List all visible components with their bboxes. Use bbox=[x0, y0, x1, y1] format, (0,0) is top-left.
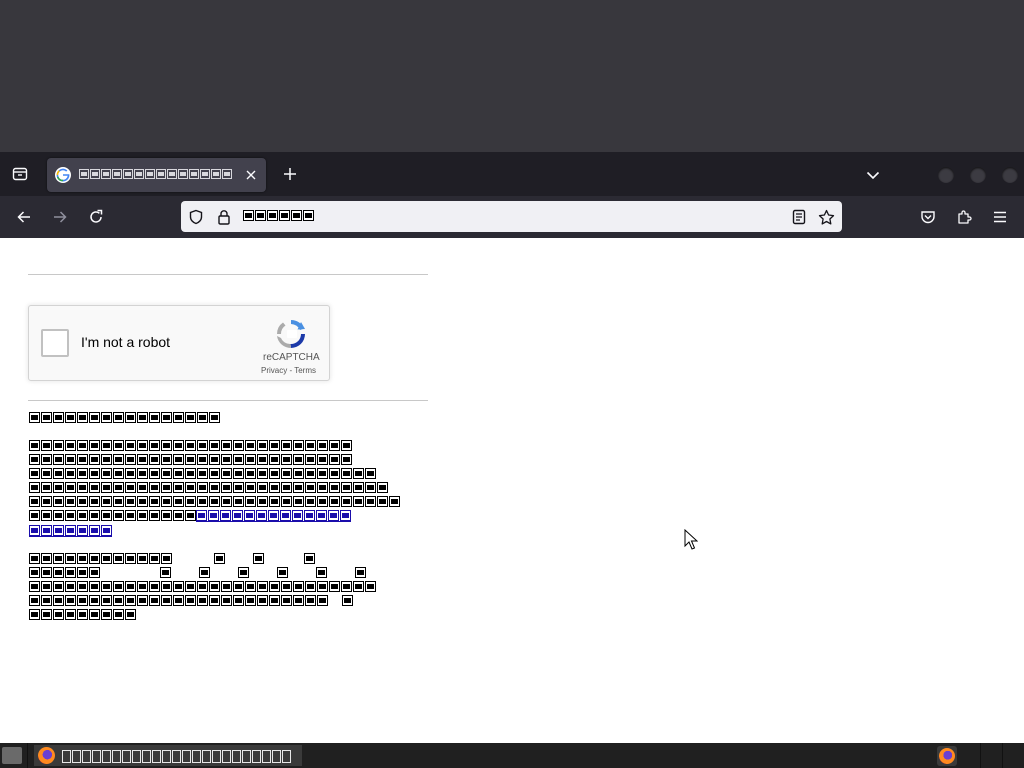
reload-icon bbox=[90, 209, 103, 223]
reader-view-icon bbox=[792, 209, 806, 225]
window-minimize-button[interactable] bbox=[938, 167, 954, 183]
taskbar-separator bbox=[980, 743, 981, 768]
star-icon bbox=[818, 209, 834, 225]
window-maximize-button[interactable] bbox=[970, 167, 986, 183]
recaptcha-checkbox[interactable] bbox=[41, 329, 69, 357]
tab-close-button[interactable] bbox=[243, 167, 259, 183]
google-g-icon bbox=[55, 167, 71, 183]
unrenderable-glyphs bbox=[29, 509, 351, 522]
arrow-right-icon bbox=[54, 211, 67, 223]
unrenderable-glyphs bbox=[29, 608, 136, 620]
back-button[interactable] bbox=[13, 206, 35, 228]
unrenderable-glyphs bbox=[29, 524, 112, 537]
pocket-button[interactable] bbox=[917, 206, 939, 228]
tray-firefox[interactable] bbox=[937, 746, 957, 766]
taskbar bbox=[0, 743, 1024, 768]
bookmark-button[interactable] bbox=[817, 208, 835, 226]
close-icon bbox=[246, 170, 256, 180]
site-security-button[interactable] bbox=[215, 208, 233, 226]
unrenderable-glyphs bbox=[29, 439, 352, 451]
unrenderable-glyphs bbox=[29, 580, 376, 592]
reader-view-button[interactable] bbox=[790, 208, 808, 226]
recaptcha-logo-icon bbox=[277, 319, 305, 349]
shield-icon bbox=[189, 209, 203, 225]
unrenderable-glyphs bbox=[29, 453, 352, 465]
arrow-left-icon bbox=[17, 211, 30, 223]
divider bbox=[28, 274, 428, 275]
navigation-toolbar bbox=[0, 196, 1024, 238]
hamburger-icon bbox=[994, 211, 1006, 223]
lock-icon bbox=[218, 210, 230, 225]
unrenderable-glyphs bbox=[29, 566, 366, 578]
divider bbox=[28, 400, 428, 401]
desktop-background bbox=[0, 0, 1024, 152]
tab-strip bbox=[0, 152, 1024, 196]
firefox-icon bbox=[38, 747, 55, 764]
tracking-protection-button[interactable] bbox=[187, 208, 205, 226]
inline-link[interactable] bbox=[29, 524, 112, 537]
address-bar[interactable] bbox=[181, 201, 842, 232]
file-manager-launcher[interactable] bbox=[2, 747, 22, 764]
recaptcha-brand: reCAPTCHA bbox=[263, 352, 320, 363]
unrenderable-glyphs bbox=[62, 749, 291, 763]
extensions-button[interactable] bbox=[953, 206, 975, 228]
inline-link[interactable] bbox=[196, 509, 351, 522]
puzzle-icon bbox=[958, 210, 972, 224]
unrenderable-glyphs bbox=[29, 411, 220, 423]
recaptcha-terms-link[interactable]: Terms bbox=[294, 366, 316, 375]
forward-button[interactable] bbox=[49, 206, 71, 228]
firefox-view-icon bbox=[12, 167, 28, 181]
recaptcha-privacy-link[interactable]: Privacy bbox=[261, 366, 287, 375]
plus-icon bbox=[284, 168, 296, 180]
unrenderable-glyphs bbox=[29, 467, 376, 479]
reload-button[interactable] bbox=[85, 206, 107, 228]
recaptcha-links: Privacy - Terms bbox=[261, 366, 316, 375]
unrenderable-glyphs bbox=[29, 594, 353, 606]
tab-title bbox=[79, 168, 234, 184]
unrenderable-glyphs bbox=[79, 168, 234, 180]
taskbar-window-title bbox=[62, 749, 291, 763]
window-close-button[interactable] bbox=[1002, 167, 1018, 183]
firefox-view-button[interactable] bbox=[8, 162, 32, 186]
taskbar-separator bbox=[27, 743, 28, 768]
pocket-icon bbox=[921, 211, 935, 224]
taskbar-separator bbox=[1002, 743, 1003, 768]
tab-list-button[interactable] bbox=[863, 165, 883, 185]
new-tab-button[interactable] bbox=[280, 164, 300, 184]
unrenderable-glyphs bbox=[243, 209, 314, 221]
recaptcha-widget: I'm not a robot reCAPTCHA Privacy - Term… bbox=[28, 305, 330, 381]
taskbar-firefox-window[interactable] bbox=[34, 745, 302, 766]
unrenderable-glyphs bbox=[29, 552, 315, 564]
chevron-down-icon bbox=[866, 171, 880, 180]
tab-active[interactable] bbox=[47, 158, 266, 192]
url-text[interactable] bbox=[243, 209, 314, 221]
mouse-pointer-icon bbox=[684, 529, 698, 550]
app-menu-button[interactable] bbox=[989, 206, 1011, 228]
page-content: I'm not a robot reCAPTCHA Privacy - Term… bbox=[0, 238, 1024, 743]
recaptcha-label: I'm not a robot bbox=[81, 334, 171, 350]
firefox-icon bbox=[939, 748, 955, 764]
unrenderable-glyphs bbox=[29, 481, 388, 493]
unrenderable-glyphs bbox=[29, 495, 400, 507]
